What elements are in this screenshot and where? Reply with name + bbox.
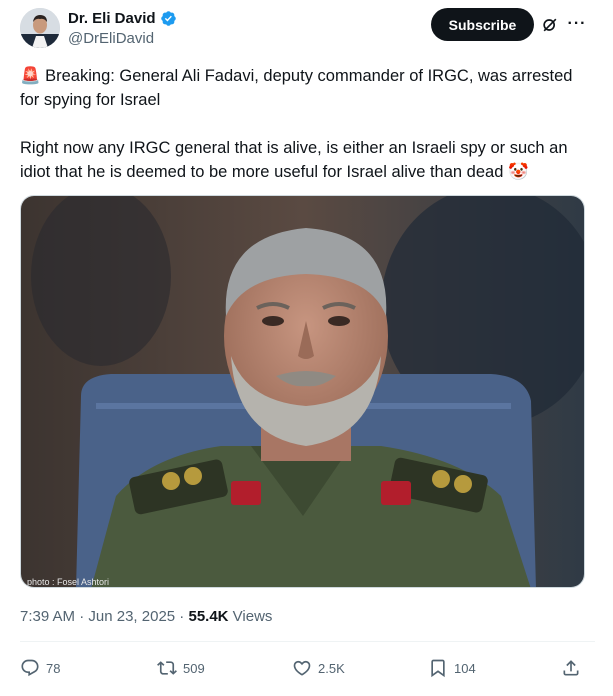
photo-watermark: photo : Fosel Ashtori — [27, 577, 109, 587]
share-icon — [563, 660, 579, 676]
reply-button[interactable]: 78 — [20, 654, 60, 682]
verified-badge-icon — [160, 10, 177, 27]
author-handle[interactable]: @DrEliDavid — [68, 29, 177, 49]
bookmark-button[interactable]: 104 — [428, 654, 476, 682]
heart-icon — [293, 660, 311, 676]
meta-separator: · — [175, 608, 189, 625]
tweet-text-line1: 🚨 Breaking: General Ali Fadavi, deputy c… — [20, 67, 573, 109]
tweet-meta: 7:39 AM · Jun 23, 2025 · 55.4K Views — [20, 607, 272, 627]
tweet-text-line2: Right now any IRGC general that is alive… — [20, 139, 568, 181]
divider — [20, 641, 595, 642]
reply-icon — [21, 659, 39, 677]
author-block: Dr. Eli David @DrEliDavid — [68, 9, 177, 49]
repost-icon — [157, 661, 177, 675]
views-label: Views — [228, 608, 273, 625]
like-count: 2.5K — [318, 660, 345, 676]
action-bar: 78 509 2.5K 104 — [20, 654, 595, 682]
tweet-card: Dr. Eli David @DrEliDavid Subscribe ··· … — [0, 0, 613, 696]
bookmark-icon — [431, 659, 445, 678]
more-options-icon[interactable]: ··· — [566, 10, 588, 38]
like-button[interactable]: 2.5K — [292, 654, 345, 682]
repost-button[interactable]: 509 — [157, 654, 205, 682]
avatar[interactable] — [20, 8, 60, 48]
reply-count: 78 — [46, 660, 61, 676]
share-button[interactable] — [561, 654, 581, 682]
repost-count: 509 — [183, 660, 205, 676]
tweet-date[interactable]: Jun 23, 2025 — [88, 608, 175, 625]
meta-separator: · — [75, 608, 89, 625]
tweet-text: 🚨 Breaking: General Ali Fadavi, deputy c… — [20, 64, 595, 184]
bookmark-count: 104 — [454, 660, 476, 676]
tweet-time[interactable]: 7:39 AM — [20, 608, 75, 625]
subscribe-button[interactable]: Subscribe — [431, 8, 534, 41]
author-name[interactable]: Dr. Eli David — [68, 9, 156, 28]
grok-icon[interactable] — [540, 15, 560, 35]
tweet-photo[interactable]: photo : Fosel Ashtori — [20, 195, 585, 588]
views-count: 55.4K — [188, 608, 229, 625]
